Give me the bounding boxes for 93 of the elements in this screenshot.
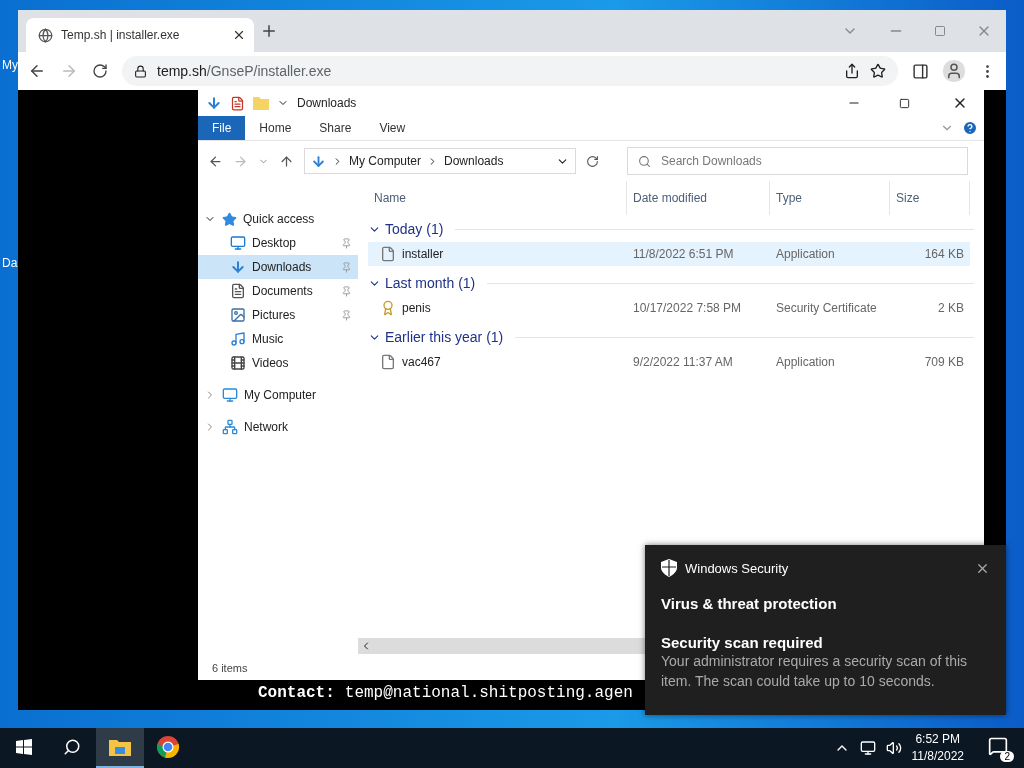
search-field[interactable]: Search Downloads <box>627 147 968 175</box>
breadcrumb-item[interactable]: Downloads <box>444 154 504 168</box>
column-header[interactable]: Type <box>770 181 890 215</box>
download-arrow-icon[interactable] <box>206 95 222 111</box>
new-tab-icon[interactable] <box>260 22 278 40</box>
reload-icon[interactable] <box>92 63 108 79</box>
file-name: installer <box>402 247 444 261</box>
file-date: 11/8/2022 6:51 PM <box>633 247 734 261</box>
file-icon <box>380 246 396 262</box>
status-text: 6 items <box>212 662 248 674</box>
desktop-icon <box>230 235 246 251</box>
help-icon[interactable] <box>962 120 978 136</box>
ribbon-tab[interactable]: Share <box>305 116 366 140</box>
file-name: penis <box>402 301 431 315</box>
contact-label: Contact: <box>258 684 335 702</box>
folder-icon <box>108 737 132 757</box>
maximize-icon[interactable] <box>899 97 910 109</box>
download-arrow-icon <box>311 153 326 169</box>
address-field[interactable]: My Computer Downloads <box>304 148 576 174</box>
file-row[interactable]: penis 10/17/2022 7:58 PM Security Certificate 2 KB <box>368 296 970 320</box>
lock-icon <box>134 64 147 78</box>
browser-tab[interactable]: Temp.sh | installer.exe <box>26 18 254 52</box>
desktop-icon-label: Da <box>2 256 18 270</box>
properties-icon[interactable] <box>230 95 245 111</box>
picture-icon <box>230 307 246 323</box>
group-header[interactable]: Today (1) <box>385 221 444 237</box>
certificate-icon <box>380 300 396 316</box>
group-header[interactable]: Last month (1) <box>385 275 476 291</box>
notification-center-button[interactable]: 2 <box>988 734 1014 762</box>
file-date: 9/2/2022 11:37 AM <box>633 355 733 369</box>
nav-item[interactable]: Desktop <box>198 231 358 255</box>
taskbar-app[interactable] <box>96 728 144 768</box>
toast-message: Your administrator requires a security scan of this item. The scan could take up to 10 seconds. <box>661 652 969 691</box>
contact-email: temp@national.shitposting.agen <box>344 684 633 702</box>
back-icon[interactable] <box>208 153 223 169</box>
up-icon[interactable] <box>279 153 294 169</box>
file-date: 10/17/2022 7:58 PM <box>633 301 742 315</box>
file-name: vac467 <box>402 355 441 369</box>
shield-icon <box>661 559 677 577</box>
desktop-icon-label: My <box>2 58 18 72</box>
search-icon <box>638 154 651 168</box>
search-icon <box>63 738 81 756</box>
nav-item[interactable]: My Computer <box>198 383 358 407</box>
chrome-icon <box>156 735 180 759</box>
side-panel-icon[interactable] <box>912 62 929 80</box>
file-row[interactable]: installer 11/8/2022 6:51 PM Application 164 KB <box>368 242 970 266</box>
bookmark-star-icon[interactable] <box>870 63 886 79</box>
star-icon <box>222 211 237 227</box>
group-header[interactable]: Earlier this year (1) <box>385 329 504 345</box>
nav-item[interactable]: Network <box>198 415 358 439</box>
column-header[interactable]: Name <box>368 181 627 215</box>
clock[interactable]: 6:52 PM 11/8/2022 <box>911 731 964 765</box>
file-icon <box>380 354 396 370</box>
nav-item[interactable]: Music <box>198 327 358 351</box>
file-type: Security Certificate <box>776 301 877 315</box>
column-header[interactable]: Size <box>890 181 970 215</box>
file-row[interactable]: vac467 9/2/2022 11:37 AM Application 709 KB <box>368 350 970 374</box>
computer-icon <box>222 387 238 403</box>
nav-item[interactable]: Downloads <box>198 255 358 279</box>
file-size: 709 KB <box>924 355 964 369</box>
file-size: 164 KB <box>924 247 964 261</box>
share-icon[interactable] <box>844 63 860 79</box>
window-title: Downloads <box>297 96 357 110</box>
notification-badge: 2 <box>1000 751 1014 762</box>
music-note-icon <box>230 331 246 347</box>
ribbon-tab[interactable]: View <box>365 116 420 140</box>
toast-app-name: Windows Security <box>685 560 789 576</box>
back-icon[interactable] <box>28 62 46 80</box>
nav-item[interactable]: Pictures <box>198 303 358 327</box>
file-type: Application <box>776 247 835 261</box>
toast-heading: Security scan required <box>661 634 824 651</box>
ribbon-tab[interactable]: Home <box>245 116 306 140</box>
ribbon-tab[interactable]: File <box>198 116 246 140</box>
close-icon[interactable] <box>232 28 246 42</box>
address-bar[interactable]: temp.sh/GnseP/installer.exe <box>122 56 898 86</box>
network-icon[interactable] <box>859 740 876 756</box>
refresh-icon[interactable] <box>586 154 599 168</box>
film-icon <box>230 355 246 371</box>
download-arrow-icon <box>230 259 246 275</box>
profile-avatar[interactable] <box>943 60 965 82</box>
windows-logo-icon <box>16 739 32 755</box>
nav-item[interactable]: Quick access <box>198 207 358 231</box>
nav-item[interactable]: Videos <box>198 351 358 375</box>
volume-icon[interactable] <box>885 740 902 756</box>
document-icon <box>230 283 246 299</box>
file-size: 2 KB <box>938 301 964 315</box>
globe-icon <box>38 27 53 43</box>
network-icon <box>222 419 238 435</box>
file-type: Application <box>776 355 835 369</box>
nav-item[interactable]: Documents <box>198 279 358 303</box>
column-header[interactable]: Date modified <box>627 181 770 215</box>
breadcrumb-item[interactable]: My Computer <box>349 154 422 168</box>
toast-title: Virus & threat protection <box>661 595 838 612</box>
